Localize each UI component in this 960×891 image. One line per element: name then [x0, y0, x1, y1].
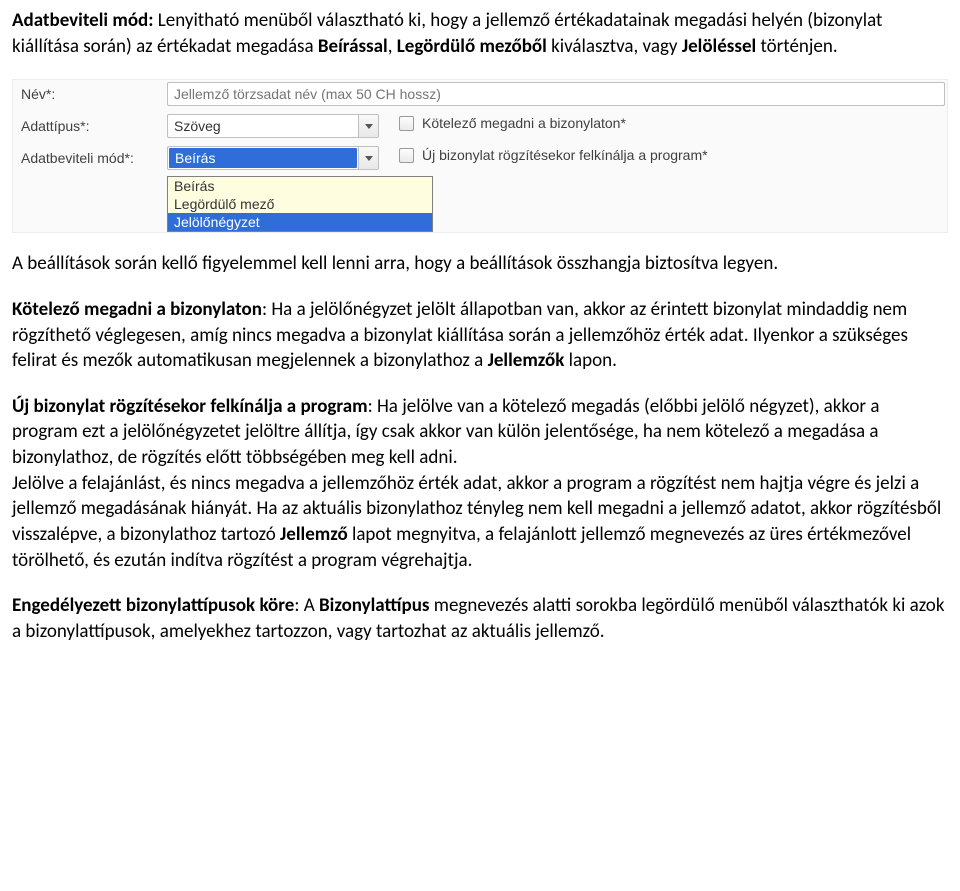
dropdown-adatbeviteli[interactable]: Beírás: [167, 146, 379, 170]
checkbox-felkinalja-label: Új bizonylat rögzítésekor felkínálja a p…: [422, 147, 708, 163]
dropdown-item-jelolonegyzet[interactable]: Jelölőnégyzet: [168, 213, 432, 231]
row-nev: Név*:: [13, 80, 947, 112]
label-adatbeviteli: Adatbeviteli mód*:: [13, 144, 167, 176]
term-bizonylattipus: Bizonylattípus: [319, 594, 429, 617]
checkbox-kotelezo-label: Kötelező megadni a bizonylaton*: [422, 115, 626, 131]
text: ,: [388, 35, 397, 58]
dropdown-adatbeviteli-list: Beírás Legördülő mező Jelölőnégyzet: [167, 176, 433, 232]
label-nev: Név*:: [13, 80, 167, 112]
term-jeloles: Jelöléssel: [682, 35, 756, 58]
dropdown-adattipus-value: Szöveg: [168, 118, 358, 134]
term-uj-bizonylat-felkinalja: Új bizonylat rögzítésekor felkínálja a p…: [12, 395, 368, 418]
para-kotelezo-megadni: Kötelező megadni a bizonylaton: Ha a jel…: [12, 297, 948, 374]
term-beirassal: Beírással: [318, 35, 388, 58]
checkbox-kotelezo[interactable]: [399, 116, 414, 131]
intro-adatbeviteli-mod: Adatbeviteli mód: Lenyitható menüből vál…: [12, 8, 948, 59]
right-cell-cb2: Új bizonylat rögzítésekor felkínálja a p…: [379, 144, 947, 176]
label-adattipus: Adattípus*:: [13, 112, 167, 144]
dropdown-adattipus[interactable]: Szöveg: [167, 114, 379, 138]
text: történjen.: [756, 35, 838, 58]
row-adattipus: Adattípus*: Szöveg Kötelező megadni a bi…: [13, 112, 947, 144]
dropdown-item-beiras[interactable]: Beírás: [168, 177, 432, 195]
checkbox-area-felkinalja: Új bizonylat rögzítésekor felkínálja a p…: [399, 147, 708, 163]
text: kiválasztva, vagy: [547, 35, 682, 58]
dropdown-adatbeviteli-arrow[interactable]: [358, 147, 378, 169]
chevron-down-icon: [365, 156, 373, 161]
form-panel: Név*: Adattípus*: Szöveg Kötelező megadn…: [12, 79, 948, 233]
para-engedelyezett-bizonylattipusok: Engedélyezett bizonylattípusok köre: A B…: [12, 593, 948, 644]
term-jellemzok: Jellemzők: [488, 349, 565, 372]
text: : A: [294, 594, 319, 617]
dropdown-item-legordulo[interactable]: Legördülő mező: [168, 195, 432, 213]
term-legordulo: Legördülő mezőből: [397, 35, 547, 58]
para-uj-bizonylat-felkinalja: Új bizonylat rögzítésekor felkínálja a p…: [12, 394, 948, 573]
para-beallitasok-figyelem: A beállítások során kellő figyelemmel ke…: [12, 251, 948, 277]
chevron-down-icon: [365, 124, 373, 129]
term-adatbeviteli-mod: Adatbeviteli mód:: [12, 9, 153, 32]
term-jellemzo: Jellemző: [280, 523, 348, 546]
row-adatbeviteli: Adatbeviteli mód*: Beírás Új bizonylat r…: [13, 144, 947, 176]
term-engedelyezett-kor: Engedélyezett bizonylattípusok köre: [12, 594, 294, 617]
dropdown-adatbeviteli-value: Beírás: [169, 148, 357, 168]
checkbox-area-kotelezo: Kötelező megadni a bizonylaton*: [399, 115, 626, 131]
input-nev[interactable]: [167, 82, 945, 106]
right-cell-cb1: Kötelező megadni a bizonylaton*: [379, 112, 947, 144]
dropdown-adattipus-arrow[interactable]: [358, 115, 378, 137]
text: lapon.: [564, 349, 617, 372]
checkbox-felkinalja[interactable]: [399, 148, 414, 163]
term-kotelezo-megadni: Kötelező megadni a bizonylaton: [12, 298, 262, 321]
